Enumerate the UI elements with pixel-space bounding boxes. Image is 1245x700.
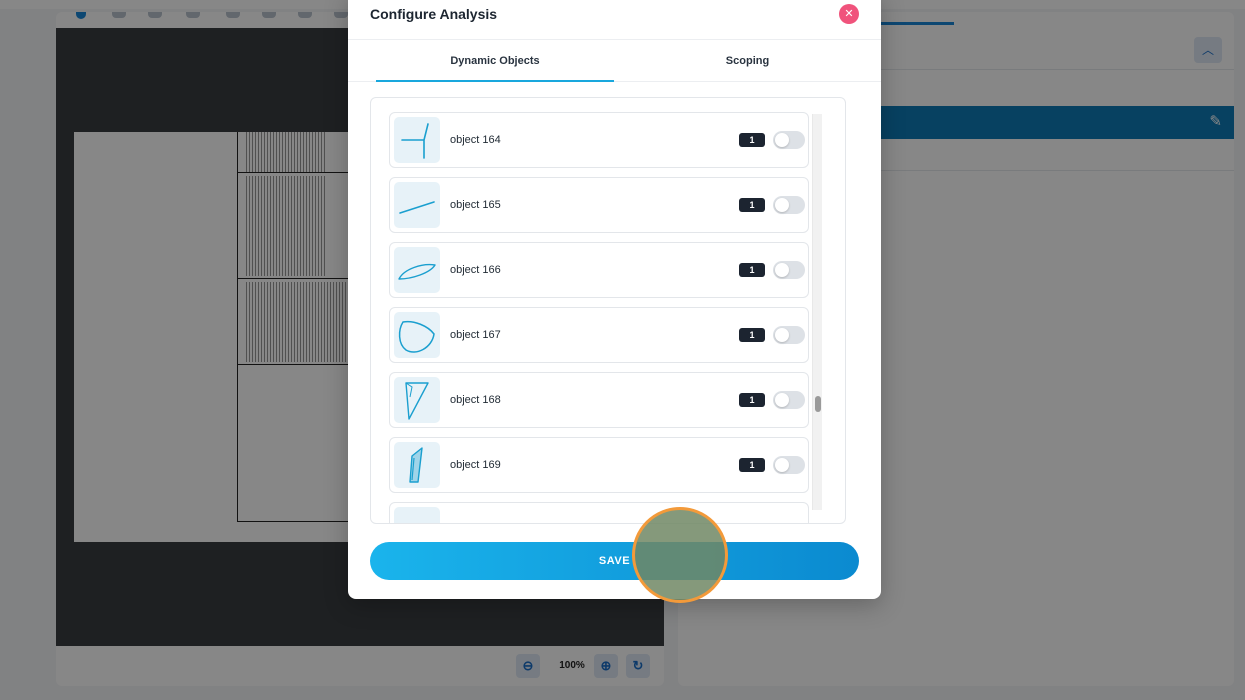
dynamic-objects-list[interactable]: object 164 1 object 165 1 object 166 1 o… [370,97,846,524]
object-enable-toggle[interactable] [773,326,805,344]
close-icon[interactable]: ✕ [839,4,859,24]
object-count-badge: 1 [739,198,765,212]
modal-title: Configure Analysis [370,6,498,22]
object-count-badge: 1 [739,393,765,407]
list-item[interactable] [389,502,809,523]
object-enable-toggle[interactable] [773,131,805,149]
object-enable-toggle[interactable] [773,456,805,474]
save-button[interactable]: SAVE [370,542,859,580]
list-item[interactable]: object 165 1 [389,177,809,233]
list-item[interactable]: object 166 1 [389,242,809,298]
configure-analysis-modal: Configure Analysis ✕ Dynamic Objects Sco… [348,0,881,599]
shape-object-166-icon [394,247,440,293]
object-count-badge: 1 [739,263,765,277]
shape-object-165-icon [394,182,440,228]
shape-object-167-icon [394,312,440,358]
tab-scoping[interactable]: Scoping [614,40,881,82]
click-indicator [632,507,728,603]
object-count-badge: 1 [739,458,765,472]
object-enable-toggle[interactable] [773,261,805,279]
object-name: object 164 [450,134,501,146]
shape-object-168-icon [394,377,440,423]
object-name: object 167 [450,329,501,341]
shape-object-169-icon [394,442,440,488]
modal-tabs: Dynamic Objects Scoping [348,39,881,82]
shape-object-164-icon [394,117,440,163]
list-viewport[interactable]: object 164 1 object 165 1 object 166 1 o… [371,98,845,523]
object-name: object 166 [450,264,501,276]
object-enable-toggle[interactable] [773,196,805,214]
list-item[interactable]: object 169 1 [389,437,809,493]
list-scrollbar[interactable] [812,114,822,510]
list-item[interactable]: object 167 1 [389,307,809,363]
object-count-badge: 1 [739,328,765,342]
object-name: object 169 [450,459,501,471]
object-name: object 168 [450,394,501,406]
list-item[interactable]: object 164 1 [389,112,809,168]
object-count-badge: 1 [739,133,765,147]
object-name: object 165 [450,199,501,211]
scrollbar-thumb[interactable] [815,396,821,412]
shape-object-icon [394,507,440,523]
list-item[interactable]: object 168 1 [389,372,809,428]
object-enable-toggle[interactable] [773,391,805,409]
tab-dynamic-objects[interactable]: Dynamic Objects [376,40,614,82]
active-tab-indicator [376,80,614,82]
